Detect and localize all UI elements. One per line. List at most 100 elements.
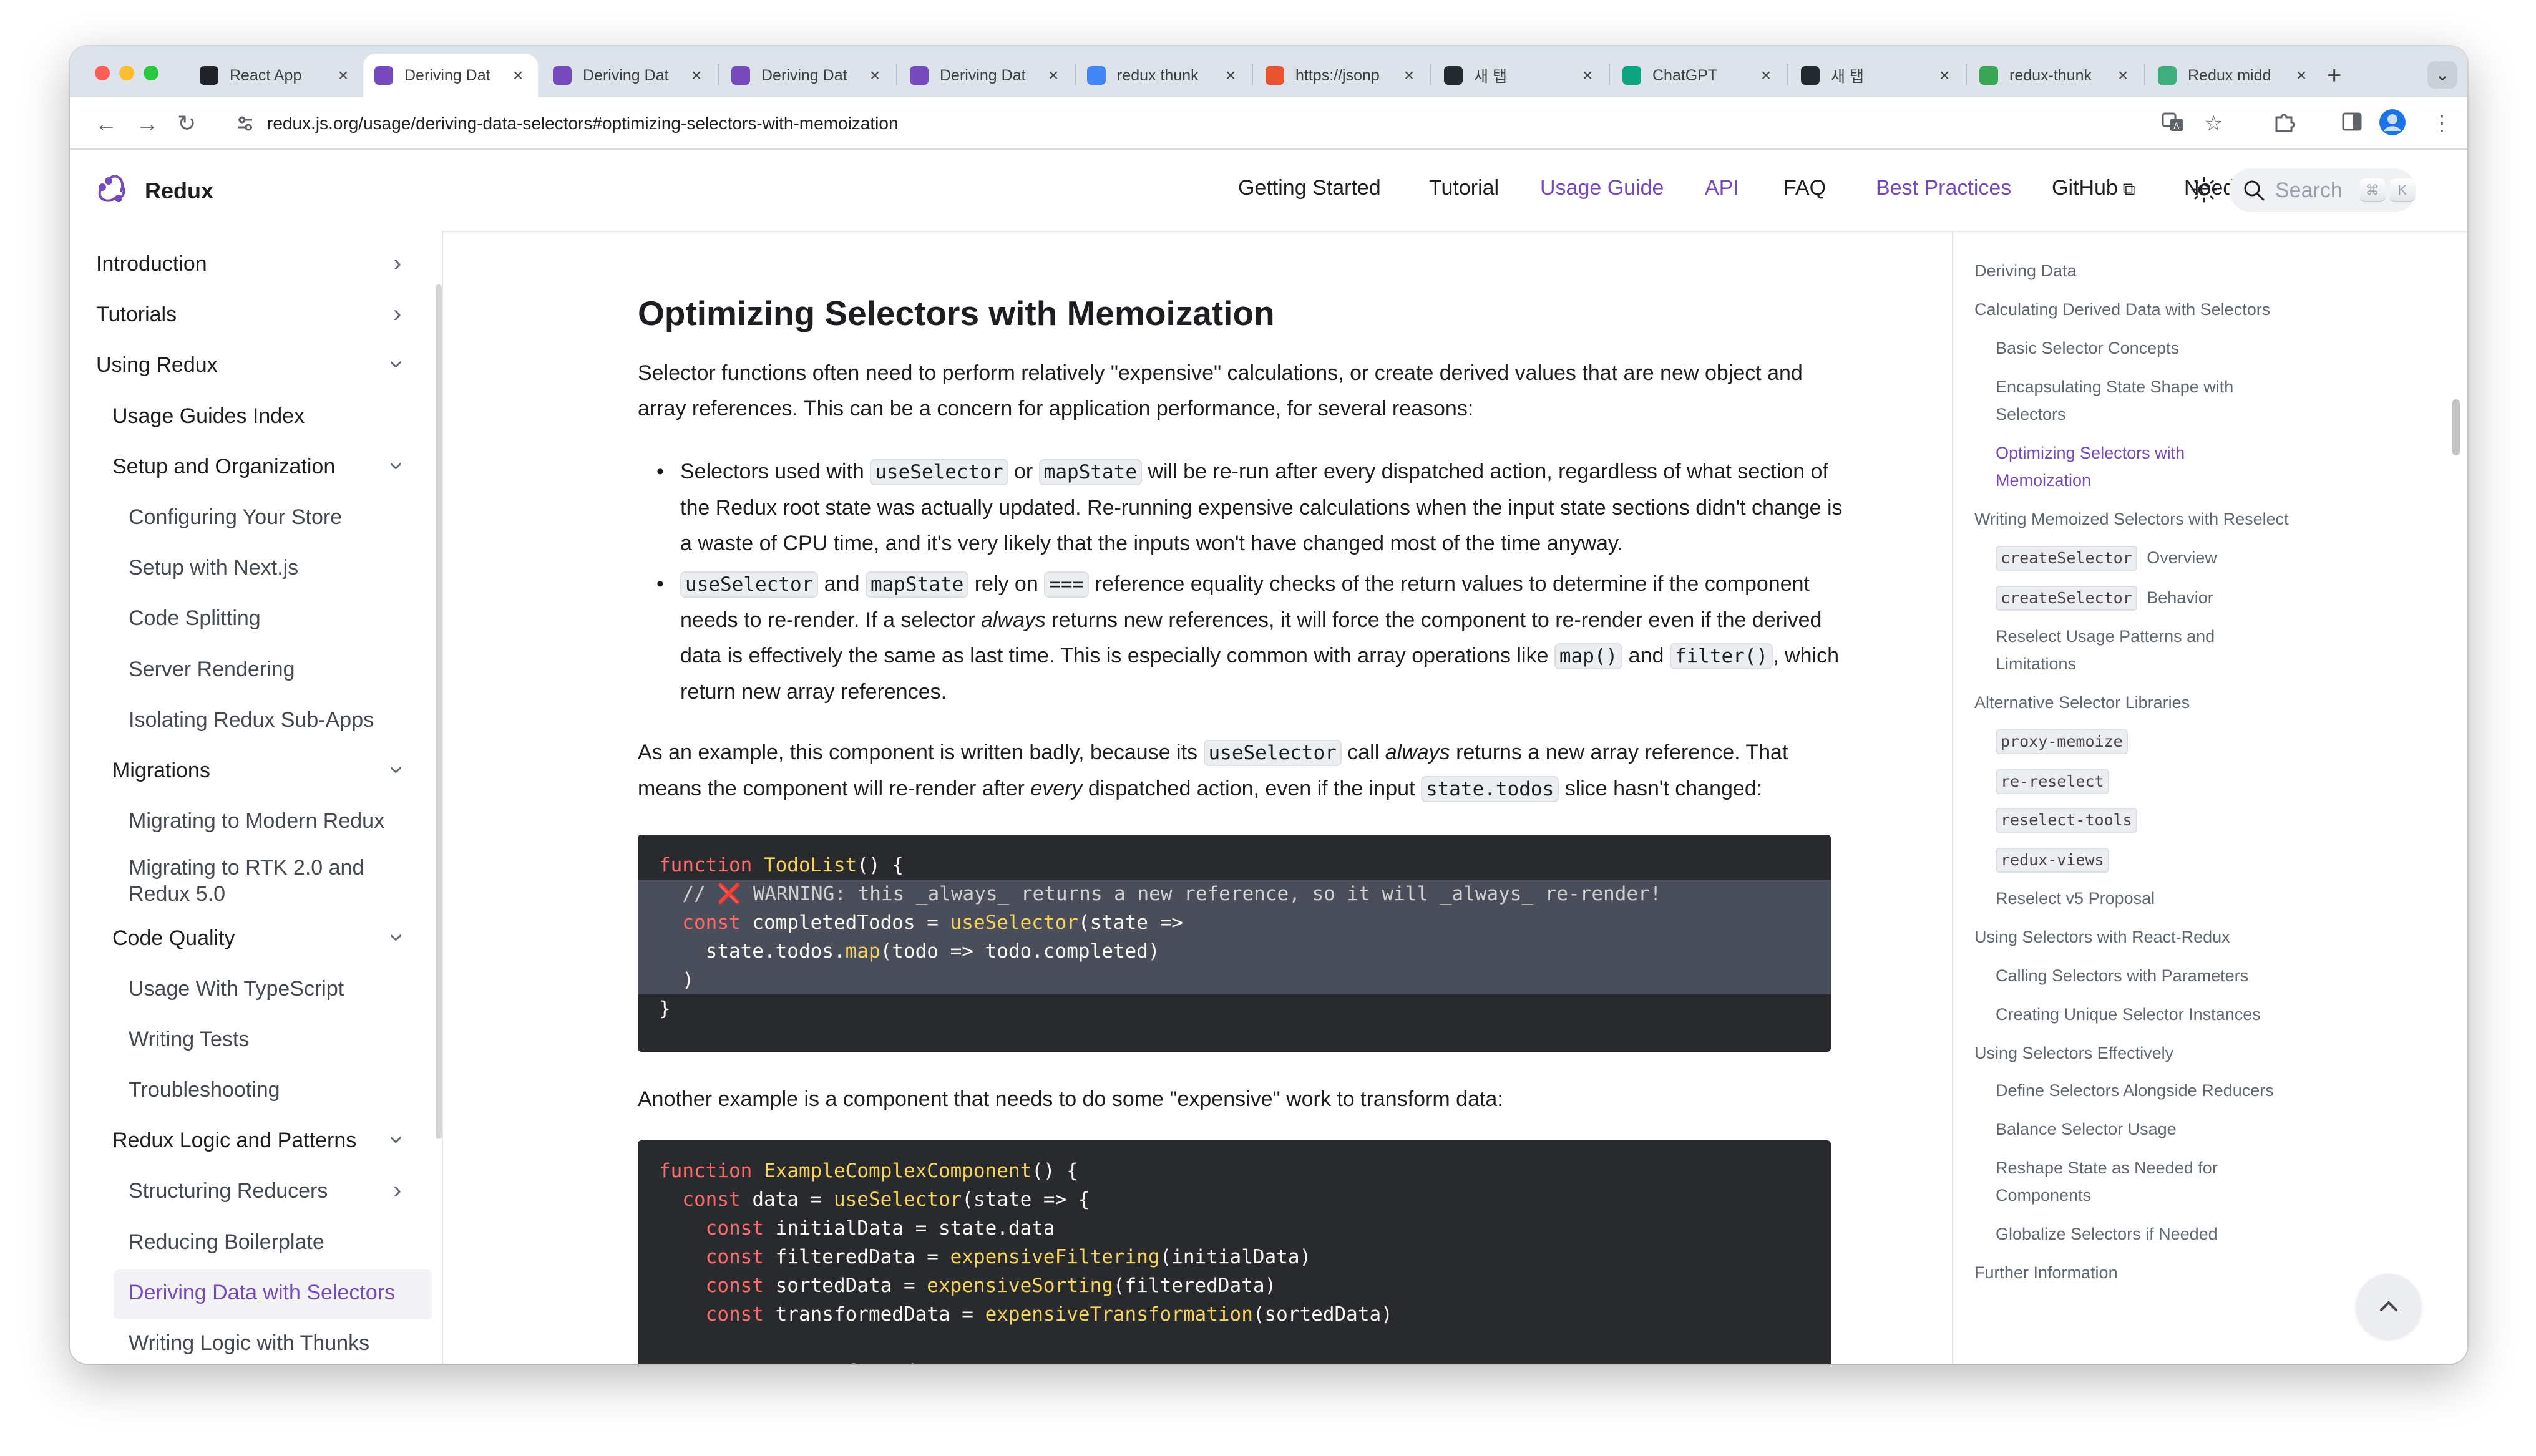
address-bar[interactable]: redux.js.org/usage/deriving-data-selecto…	[218, 104, 2378, 143]
chevron-right-icon[interactable]: ›	[393, 251, 401, 276]
tab-search-chevron-icon[interactable]: ⌄	[2427, 61, 2457, 89]
chevron-down-icon[interactable]: ›	[384, 360, 411, 368]
toc-link[interactable]: proxy-memoize	[1996, 727, 2133, 755]
chevron-down-icon[interactable]: ›	[384, 1135, 411, 1143]
tab-close-icon[interactable]: ×	[688, 66, 705, 85]
zoom-window-button[interactable]	[144, 66, 158, 80]
chevron-right-icon[interactable]: ›	[393, 1178, 401, 1203]
code-block-todolist[interactable]: function TodoList() { // ❌ WARNING: this…	[638, 835, 1831, 1052]
nav-github[interactable]: GitHub ⧉	[2052, 176, 2135, 200]
sidebar-item[interactable]: Usage With TypeScript	[129, 977, 344, 1001]
sidebar-item[interactable]: Writing Logic with Thunks	[129, 1331, 369, 1356]
tab-close-icon[interactable]: ×	[1045, 66, 1062, 85]
toc-link[interactable]: reselect-tools	[1996, 806, 2142, 833]
sidebar-item[interactable]: Structuring Reducers	[129, 1179, 328, 1203]
sidebar-item[interactable]: Migrating to RTK 2.0 and Redux 5.0	[129, 855, 364, 907]
sidebar-item[interactable]: Introduction	[96, 252, 207, 276]
tab-close-icon[interactable]: ×	[1757, 66, 1775, 85]
sidebar-item[interactable]: Server Rendering	[129, 658, 295, 682]
nav-tutorial[interactable]: Tutorial	[1429, 176, 1499, 200]
translate-icon[interactable]: A	[2162, 111, 2184, 139]
toc-link[interactable]: Reselect Usage Patterns and Limitations	[1996, 623, 2215, 677]
sidebar-item[interactable]: Tutorials	[96, 303, 177, 327]
nav-best-practices[interactable]: Best Practices	[1876, 176, 2011, 200]
sidebar-item[interactable]: Migrations	[112, 759, 210, 783]
toc-link[interactable]: redux-views	[1996, 846, 2114, 873]
sidebar-item[interactable]: Using Redux	[96, 353, 218, 377]
tab-close-icon[interactable]: ×	[866, 66, 884, 85]
extensions-icon[interactable]	[2273, 111, 2295, 139]
tab-close-icon[interactable]: ×	[509, 66, 527, 85]
browser-tab[interactable]: Deriving Dat ×	[542, 54, 716, 97]
toc-link[interactable]: Reshape State as Needed for Components	[1996, 1154, 2218, 1209]
page-scrollbar[interactable]	[2452, 399, 2460, 455]
theme-toggle-sun-icon[interactable]	[2190, 176, 2218, 206]
toc-link[interactable]: Deriving Data	[1974, 257, 2077, 284]
nav-usage-guide[interactable]: Usage Guide	[1540, 176, 1664, 200]
toc-link[interactable]: Basic Selector Concepts	[1996, 334, 2179, 362]
toc-link[interactable]: Globalize Selectors if Needed	[1996, 1220, 2218, 1248]
toc-link[interactable]: Optimizing Selectors with Memoization	[1996, 439, 2185, 494]
browser-tab[interactable]: Deriving Dat ×	[899, 54, 1073, 97]
browser-menu-icon[interactable]: ⋮	[2431, 111, 2452, 136]
toc-link[interactable]: Calculating Derived Data with Selectors	[1974, 296, 2270, 323]
sidebar-item[interactable]: Setup and Organization	[112, 455, 335, 479]
sidebar-item[interactable]: Code Splitting	[129, 606, 261, 631]
chevron-down-icon[interactable]: ›	[384, 462, 411, 470]
toc-link[interactable]: Using Selectors with React-Redux	[1974, 923, 2230, 951]
sidebar-item[interactable]: Reducing Boilerplate	[129, 1230, 324, 1255]
toc-link[interactable]: Writing Memoized Selectors with Reselect	[1974, 505, 2289, 533]
toc-link[interactable]: Reselect v5 Proposal	[1996, 885, 2155, 912]
side-panel-icon[interactable]	[2341, 111, 2363, 138]
back-to-top-button[interactable]	[2356, 1274, 2421, 1339]
profile-avatar[interactable]	[2379, 109, 2406, 142]
nav-getting-started[interactable]: Getting Started	[1238, 176, 1381, 200]
sidebar-item[interactable]: Configuring Your Store	[129, 505, 342, 530]
sidebar-item[interactable]: Migrating to Modern Redux	[129, 809, 384, 833]
browser-tab[interactable]: 새 탭 ×	[1790, 54, 1964, 97]
nav-api[interactable]: API	[1705, 176, 1739, 200]
forward-arrow-icon[interactable]: →	[136, 110, 158, 137]
browser-tab[interactable]: redux thunk ×	[1076, 54, 1251, 97]
sidebar-item[interactable]: Writing Tests	[129, 1027, 249, 1052]
tab-close-icon[interactable]: ×	[2114, 66, 2132, 85]
toc-link[interactable]: Further Information	[1974, 1259, 2118, 1286]
chevron-down-icon[interactable]: ›	[384, 933, 411, 941]
sidebar-item[interactable]: Setup with Next.js	[129, 556, 298, 580]
tab-close-icon[interactable]: ×	[1936, 66, 1953, 85]
toc-link[interactable]: Define Selectors Alongside Reducers	[1996, 1077, 2274, 1104]
docs-search-button[interactable]: Search ⌘ K	[2229, 168, 2416, 212]
chevron-down-icon[interactable]: ›	[384, 765, 411, 774]
browser-tab[interactable]: React App ×	[188, 54, 363, 97]
brand-link[interactable]: Redux	[95, 173, 213, 208]
browser-tab[interactable]: Redux midd ×	[2147, 54, 2321, 97]
code-block-complex-component[interactable]: function ExampleComplexComponent() { con…	[638, 1140, 1831, 1364]
sidebar-item[interactable]: Troubleshooting	[129, 1078, 280, 1102]
sidebar-item[interactable]: Redux Logic and Patterns	[112, 1128, 356, 1153]
toc-link[interactable]: Calling Selectors with Parameters	[1996, 962, 2248, 989]
toc-link[interactable]: createSelector Overview	[1996, 544, 2217, 571]
sidebar-scrollbar[interactable]	[436, 284, 442, 1139]
toc-link[interactable]: Creating Unique Selector Instances	[1996, 1001, 2261, 1028]
site-settings-icon[interactable]	[236, 114, 255, 133]
bookmark-star-icon[interactable]: ☆	[2204, 111, 2223, 136]
tab-close-icon[interactable]: ×	[1579, 66, 1596, 85]
tab-close-icon[interactable]: ×	[1400, 66, 1418, 85]
nav-faq[interactable]: FAQ	[1783, 176, 1826, 200]
toc-link[interactable]: Alternative Selector Libraries	[1974, 689, 2190, 716]
tab-close-icon[interactable]: ×	[334, 66, 352, 85]
toc-link[interactable]: re-reselect	[1996, 767, 2114, 795]
browser-tab[interactable]: https://jsonp ×	[1254, 54, 1429, 97]
toc-link[interactable]: Balance Selector Usage	[1996, 1115, 2177, 1143]
sidebar-item[interactable]: Usage Guides Index	[112, 404, 305, 429]
toc-link[interactable]: createSelector Behavior	[1996, 584, 2213, 611]
browser-tab[interactable]: Deriving Dat ×	[363, 54, 538, 97]
reload-icon[interactable]: ↻	[177, 110, 196, 137]
sidebar-item[interactable]: Deriving Data with Selectors	[129, 1281, 395, 1305]
tab-close-icon[interactable]: ×	[1222, 66, 1239, 85]
toc-link[interactable]: Using Selectors Effectively	[1974, 1039, 2173, 1067]
browser-tab[interactable]: redux-thunk ×	[1968, 54, 2143, 97]
browser-tab[interactable]: 새 탭 ×	[1433, 54, 1607, 97]
toc-link[interactable]: Encapsulating State Shape with Selectors	[1996, 373, 2233, 428]
browser-tab[interactable]: ChatGPT ×	[1611, 54, 1786, 97]
